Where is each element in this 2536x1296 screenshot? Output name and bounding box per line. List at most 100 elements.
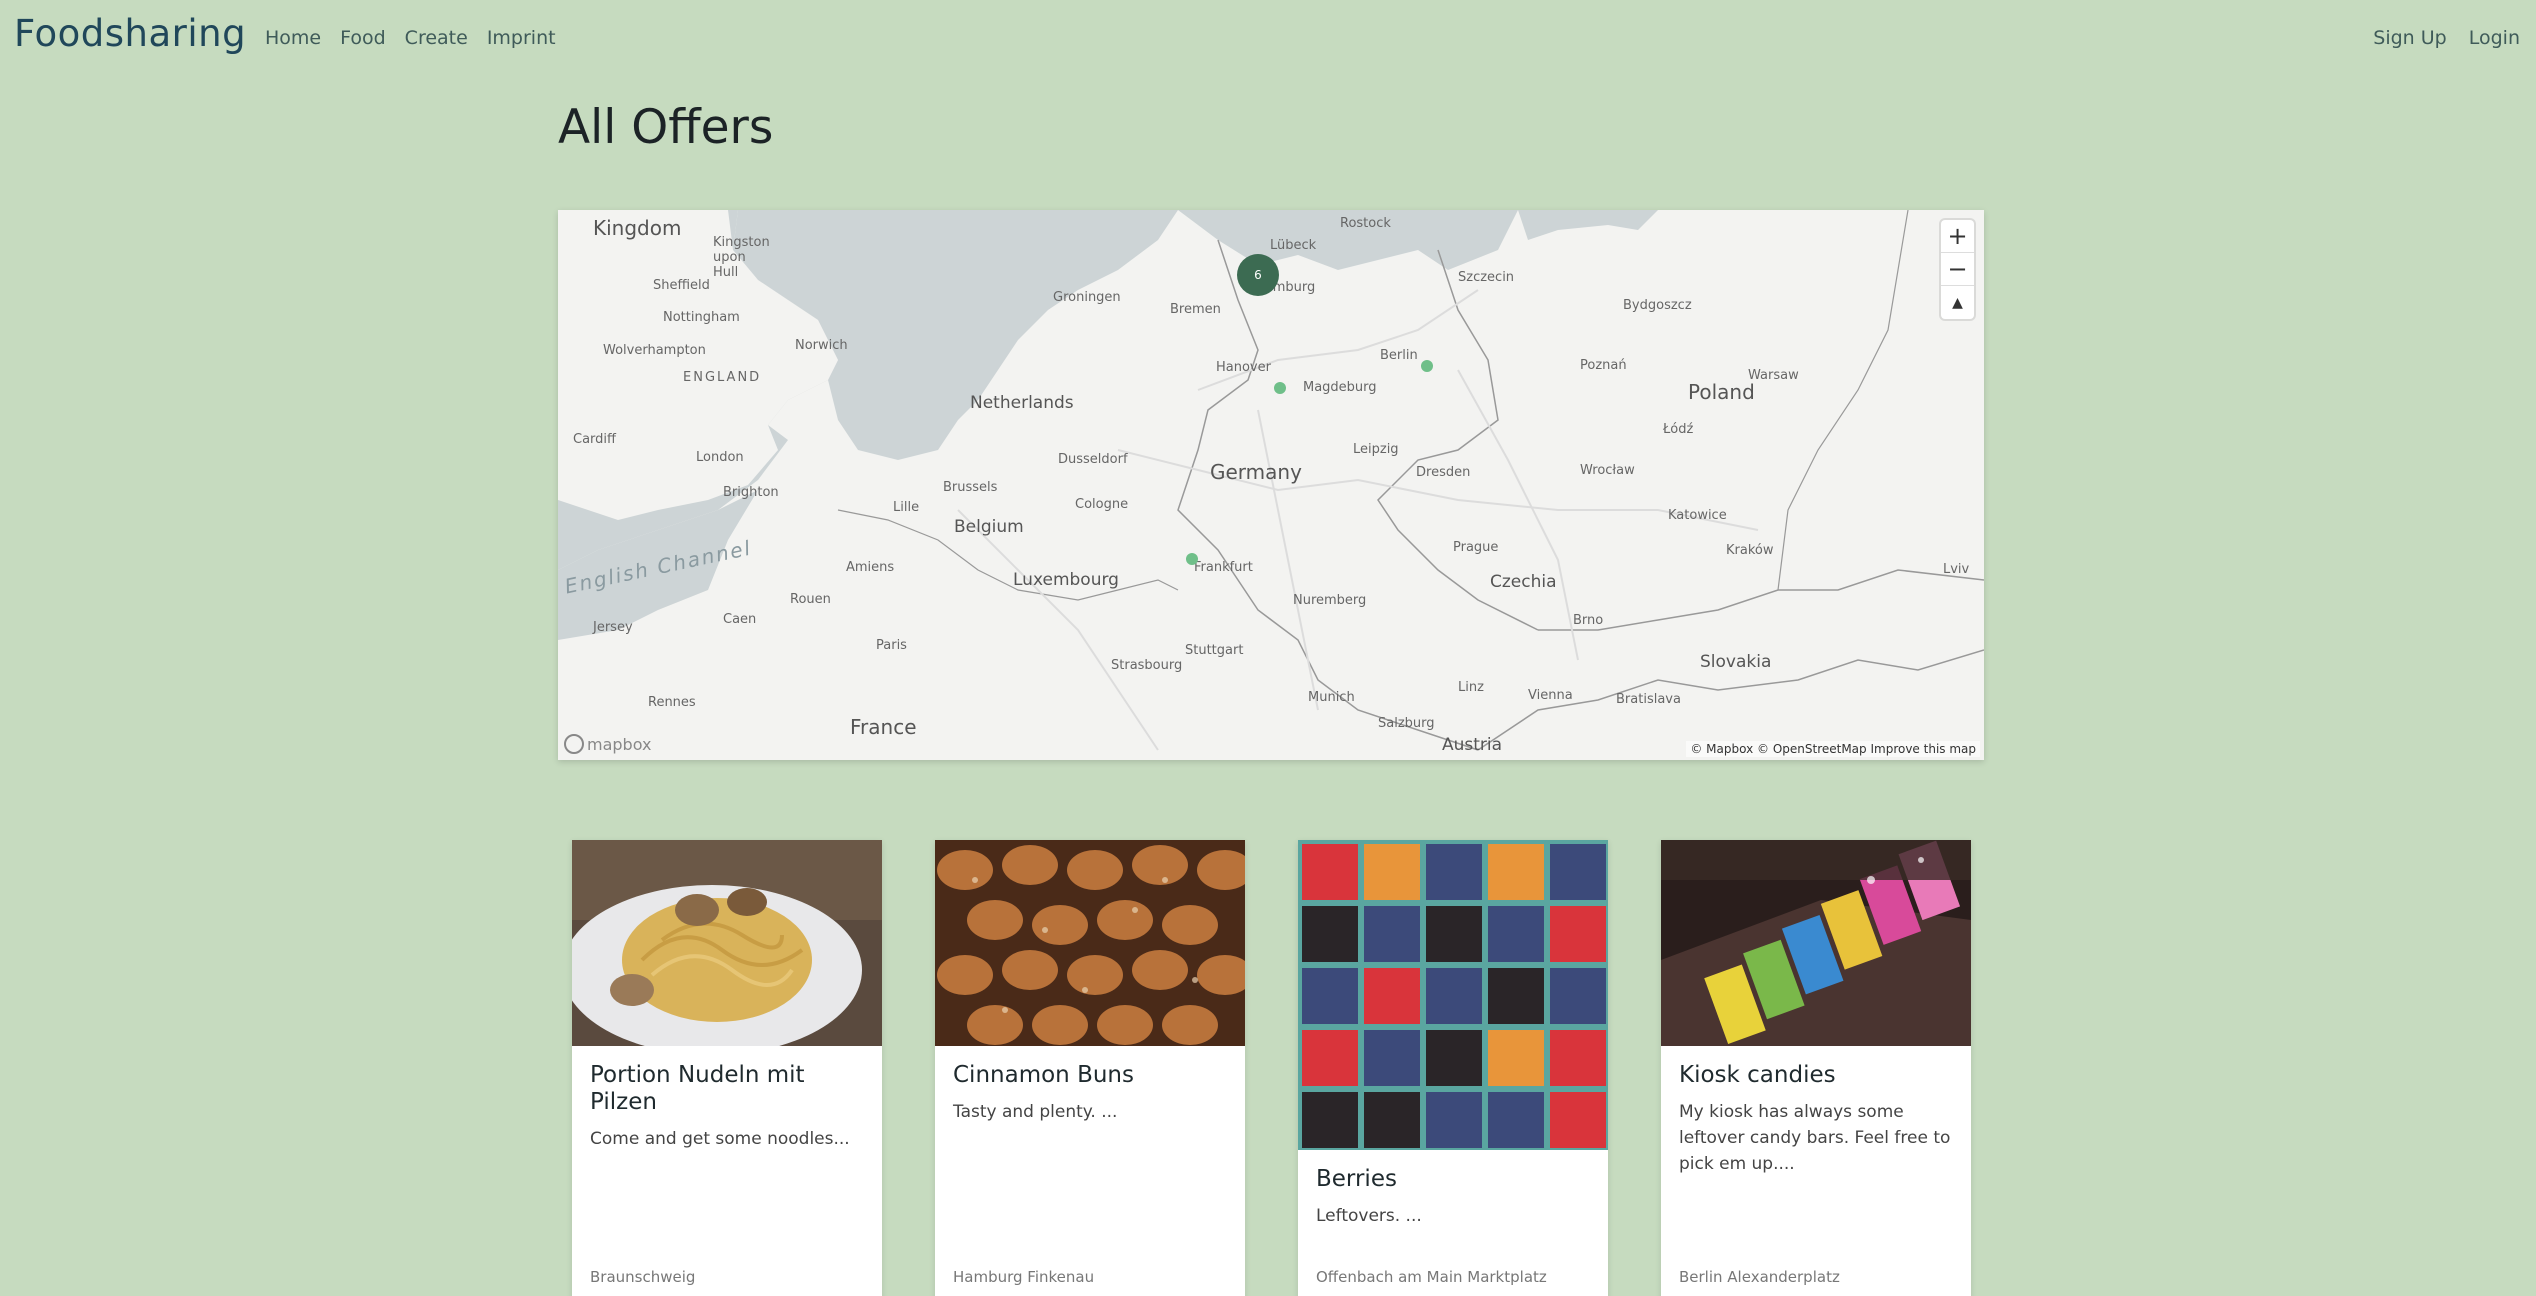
zoom-out-button[interactable]: − — [1941, 253, 1974, 286]
map-label-nuremberg: Nuremberg — [1293, 593, 1367, 608]
map-label-munich: Munich — [1308, 690, 1355, 705]
map-label-groningen: Groningen — [1053, 290, 1121, 305]
offers-map[interactable]: Kingdom ENGLAND Netherlands Belgium Luxe… — [558, 210, 1984, 760]
map-label-linz: Linz — [1458, 680, 1484, 695]
map-label-stuttgart: Stuttgart — [1185, 643, 1244, 658]
map-label-poznan: Poznań — [1580, 358, 1627, 373]
map-label-strasbourg: Strasbourg — [1111, 658, 1183, 673]
map-label-netherlands: Netherlands — [970, 393, 1074, 413]
map-label-wroclaw: Wrocław — [1580, 463, 1635, 478]
offer-card[interactable]: Portion Nudeln mit Pilzen Come and get s… — [572, 840, 882, 1296]
map-label-lubeck: Lübeck — [1270, 238, 1317, 253]
map-label-vienna: Vienna — [1528, 688, 1573, 703]
map-label-salzburg: Salzburg — [1378, 716, 1435, 731]
login-link[interactable]: Login — [2469, 27, 2520, 49]
map-label-lille: Lille — [893, 500, 920, 515]
offer-description: Leftovers. ... — [1316, 1206, 1422, 1226]
nav-links: Home Food Create Imprint — [265, 27, 575, 49]
mapbox-logo-icon — [564, 734, 584, 754]
nav-imprint-link[interactable]: Imprint — [487, 27, 556, 49]
reset-bearing-button[interactable]: ▲ — [1941, 286, 1974, 319]
map-label-france: France — [850, 715, 917, 739]
map-label-slovakia: Slovakia — [1700, 652, 1772, 672]
offer-description: Come and get some noodles... — [590, 1129, 850, 1149]
map-label-brighton: Brighton — [723, 485, 779, 500]
map-label-rennes: Rennes — [648, 695, 696, 710]
map-label-czechia: Czechia — [1490, 572, 1557, 592]
offer-image-pasta — [572, 840, 882, 1046]
offer-card[interactable]: Kiosk candies My kiosk has always some l… — [1661, 840, 1971, 1296]
offer-card[interactable]: Berries Leftovers. ... Offenbach am Main… — [1298, 840, 1608, 1296]
map-label-katowice: Katowice — [1668, 508, 1727, 523]
map-label-bremen: Bremen — [1170, 302, 1221, 317]
brand-logo[interactable]: Foodsharing — [14, 12, 246, 55]
nav-food-link[interactable]: Food — [340, 27, 386, 49]
map-label-brno: Brno — [1573, 613, 1604, 628]
map-label-frankfurt: Frankfurt — [1194, 560, 1253, 575]
map-label-belgium: Belgium — [954, 517, 1024, 537]
map-marker-berlin[interactable] — [1421, 360, 1433, 372]
map-marker-offenbach[interactable] — [1186, 553, 1198, 565]
map-label-bydgoszcz: Bydgoszcz — [1623, 298, 1692, 313]
offer-title: Portion Nudeln mit Pilzen — [590, 1062, 805, 1115]
map-label-norwich: Norwich — [795, 338, 848, 353]
map-label-hull: Kingston upon Hull — [713, 235, 770, 280]
navbar: Foodsharing Home Food Create Imprint Sig… — [0, 0, 2536, 78]
map-label-london: London — [696, 450, 744, 465]
offer-description: My kiosk has always some leftover candy … — [1679, 1102, 1951, 1174]
map-label-hanover: Hanover — [1216, 360, 1271, 375]
map-label-england: ENGLAND — [683, 370, 762, 385]
map-label-jersey: Jersey — [593, 620, 633, 635]
map-marker-braunschweig[interactable] — [1274, 382, 1286, 394]
zoom-in-button[interactable]: + — [1941, 220, 1974, 253]
offer-image-pastry — [935, 840, 1245, 1046]
offer-image-berries — [1298, 840, 1608, 1150]
offer-location: Hamburg Finkenau — [953, 1268, 1095, 1286]
map-controls: + − ▲ — [1941, 220, 1974, 319]
map-label-berlin: Berlin — [1380, 348, 1418, 363]
map-label-caen: Caen — [723, 612, 757, 627]
offer-title: Kiosk candies — [1679, 1062, 1836, 1088]
map-label-austria: Austria — [1442, 735, 1503, 755]
map-label-dusseldorf: Dusseldorf — [1058, 452, 1128, 467]
map-label-paris: Paris — [876, 638, 907, 653]
offer-location: Berlin Alexanderplatz — [1679, 1268, 1840, 1286]
mapbox-logo[interactable]: mapbox — [564, 734, 651, 754]
map-label-nottingham: Nottingham — [663, 310, 740, 325]
map-label-leipzig: Leipzig — [1353, 442, 1399, 457]
map-label-lodz: Łódź — [1663, 422, 1694, 437]
offer-location: Braunschweig — [590, 1268, 696, 1286]
map-label-rouen: Rouen — [790, 592, 831, 607]
offer-title: Berries — [1316, 1166, 1397, 1192]
nav-home-link[interactable]: Home — [265, 27, 321, 49]
map-label-luxembourg: Luxembourg — [1013, 570, 1119, 590]
map-label-germany: Germany — [1210, 460, 1302, 484]
signup-link[interactable]: Sign Up — [2373, 27, 2446, 49]
map-label-rostock: Rostock — [1340, 216, 1391, 231]
map-label-prague: Prague — [1453, 540, 1499, 555]
page-title: All Offers — [558, 100, 774, 155]
nav-auth-links: Sign Up Login — [2351, 27, 2520, 49]
map-label-dresden: Dresden — [1416, 465, 1471, 480]
map-label-lviv: Lviv — [1943, 562, 1970, 577]
offer-description: Tasty and plenty. ... — [953, 1102, 1118, 1122]
map-label-szczecin: Szczecin — [1458, 270, 1515, 285]
map-label-magdeburg: Magdeburg — [1303, 380, 1377, 395]
mapbox-logo-text: mapbox — [587, 734, 652, 754]
map-attribution[interactable]: © Mapbox © OpenStreetMap Improve this ma… — [1686, 741, 1980, 757]
map-label-krakow: Kraków — [1726, 543, 1774, 558]
offer-location: Offenbach am Main Marktplatz — [1316, 1268, 1547, 1286]
map-label-warsaw: Warsaw — [1748, 368, 1799, 383]
offer-title: Cinnamon Buns — [953, 1062, 1134, 1088]
map-label-amiens: Amiens — [846, 560, 895, 575]
offer-card[interactable]: Cinnamon Buns Tasty and plenty. ... Hamb… — [935, 840, 1245, 1296]
map-label-brussels: Brussels — [943, 480, 998, 495]
map-label-poland: Poland — [1688, 380, 1755, 404]
map-label-kingdom: Kingdom — [593, 216, 682, 240]
map-cluster-marker[interactable]: 6 — [1237, 254, 1279, 296]
offer-image-candies — [1661, 840, 1971, 1046]
nav-create-link[interactable]: Create — [405, 27, 468, 49]
map-label-cardiff: Cardiff — [573, 432, 616, 447]
map-label-bratislava: Bratislava — [1616, 692, 1681, 707]
map-label-sheffield: Sheffield — [653, 278, 710, 293]
